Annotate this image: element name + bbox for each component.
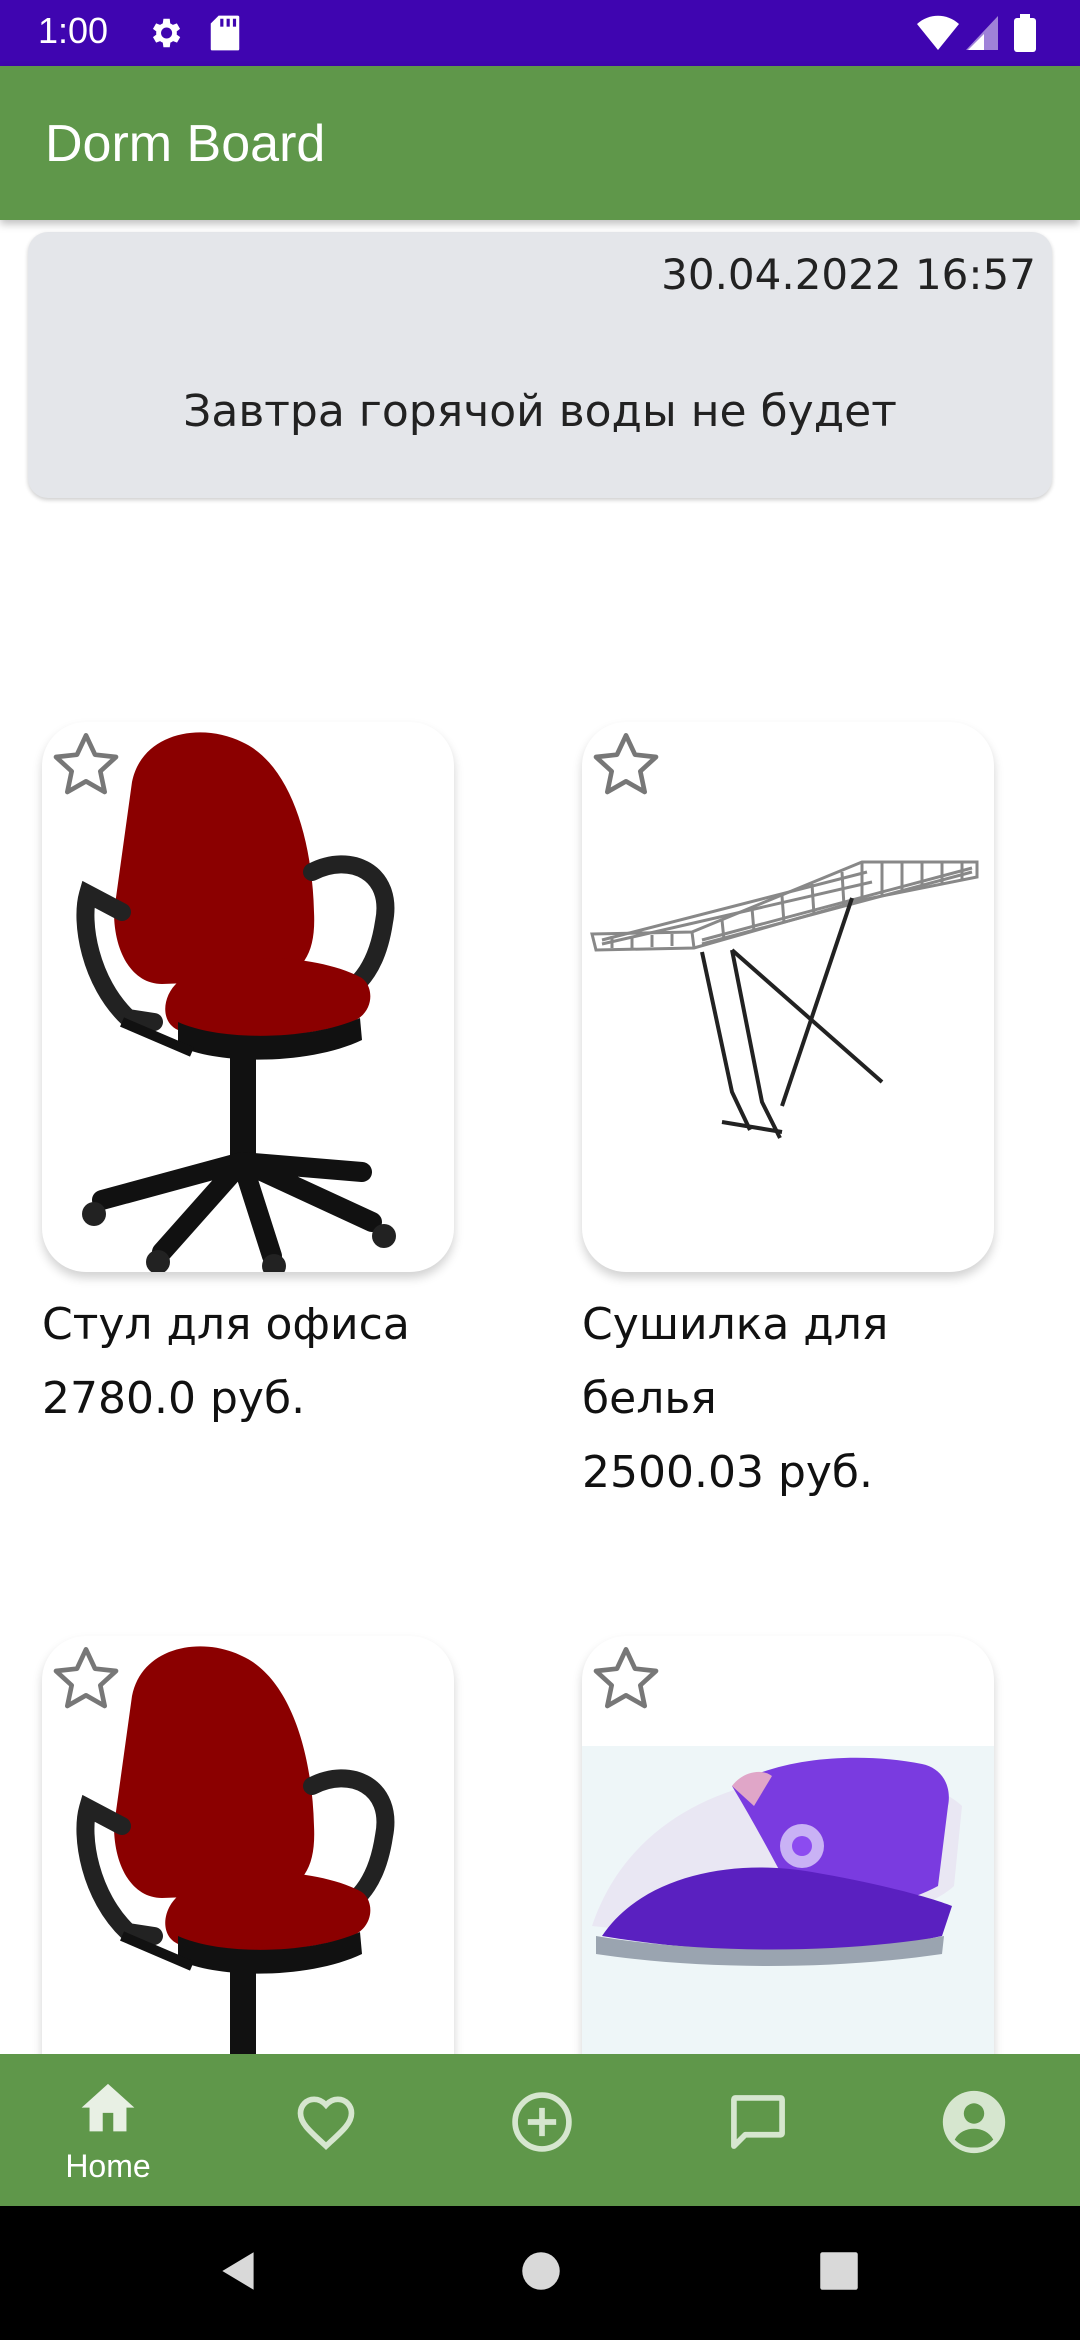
- product-name: Стул для офиса: [42, 1299, 410, 1350]
- app-title: Dorm Board: [45, 115, 326, 173]
- product-price: 2500.03 руб.: [582, 1447, 874, 1498]
- app-bar: Dorm Board: [0, 66, 1080, 220]
- nav-favorites[interactable]: [216, 2054, 432, 2206]
- favorite-star-icon[interactable]: [46, 1640, 126, 1720]
- sd-card-icon: [210, 15, 240, 51]
- chat-icon: [731, 2095, 785, 2149]
- wifi-icon: [917, 15, 959, 50]
- cellular-signal-icon: [966, 16, 998, 50]
- heart-icon: [297, 2096, 355, 2150]
- notice-date: 30.04.2022 16:57: [661, 250, 1036, 299]
- notice-text: Завтра горячой воды не будет: [183, 386, 897, 437]
- home-button-icon[interactable]: [516, 2246, 566, 2296]
- nav-home-label: Home: [65, 2148, 151, 2184]
- bottom-navigation: Home: [0, 2054, 1080, 2206]
- recents-icon[interactable]: [814, 2246, 864, 2296]
- favorite-star-icon[interactable]: [46, 726, 126, 806]
- product-price: 2780.0 руб.: [42, 1373, 306, 1424]
- favorite-star-icon[interactable]: [586, 726, 666, 806]
- account-icon: [942, 2090, 1006, 2154]
- back-icon[interactable]: [214, 2246, 264, 2296]
- board-feed[interactable]: 30.04.2022 16:57 Завтра горячой воды не …: [0, 220, 1080, 2054]
- status-time: 1:00: [38, 10, 109, 51]
- battery-icon: [1014, 14, 1036, 52]
- notice-card[interactable]: 30.04.2022 16:57 Завтра горячой воды не …: [28, 232, 1052, 498]
- status-bar: 1:00: [0, 0, 1080, 66]
- settings-icon: [152, 18, 181, 48]
- product-info: Сушилка для белья 2500.03 руб.: [582, 1288, 994, 1510]
- home-icon: [81, 2083, 135, 2132]
- favorite-star-icon[interactable]: [586, 1640, 666, 1720]
- product-name: Сушилка для белья: [582, 1299, 889, 1424]
- nav-home[interactable]: Home: [0, 2054, 216, 2206]
- system-navigation-bar: [0, 2206, 1080, 2340]
- product-info: Стул для офиса 2780.0 руб.: [42, 1288, 454, 1436]
- nav-profile[interactable]: [864, 2054, 1080, 2206]
- nav-messages[interactable]: [648, 2054, 864, 2206]
- add-circle-icon: [512, 2092, 572, 2152]
- nav-add[interactable]: [432, 2054, 648, 2206]
